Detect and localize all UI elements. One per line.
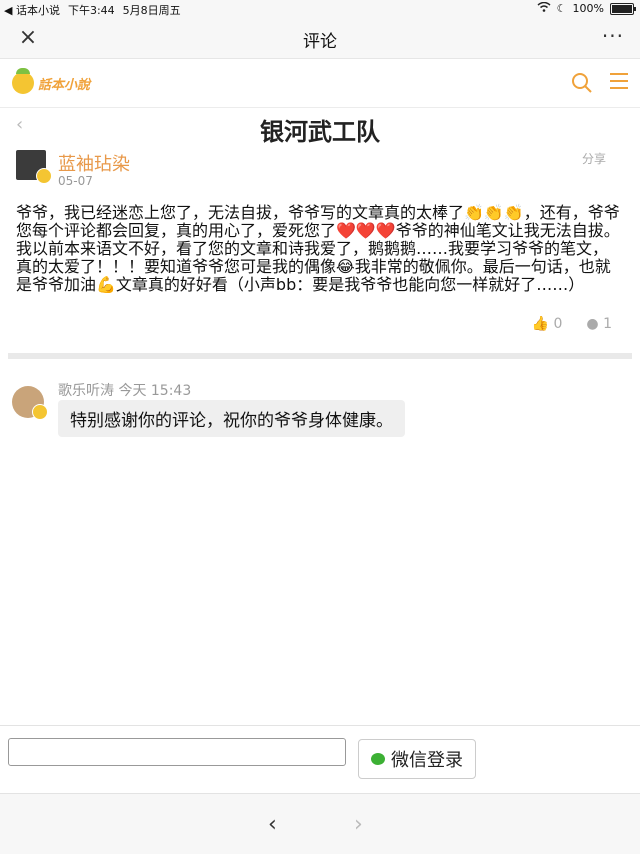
back-arrow-icon[interactable]: ‹ [268,812,277,837]
page-title: 评论 [303,32,337,52]
like-button[interactable]: 👍 0 [532,316,563,332]
comment-body: 爷爷，我已经迷恋上您了，无法自拔，爷爷写的文章真的太棒了👏👏👏，还有，爷爷您每个… [16,203,620,294]
logo-text: 話本小說 [38,77,91,93]
site-header: 話本小說 [0,59,640,108]
reply-button[interactable]: ● 1 [586,316,612,332]
avatar-badge-icon [36,168,52,184]
forward-arrow-icon[interactable]: › [354,812,363,837]
reply-text: 特别感谢你的评论，祝你的爷爷身体健康。 [58,400,405,437]
menu-icon[interactable] [610,73,628,91]
section-divider [8,353,632,359]
comment-date: 05-07 [58,174,93,188]
chapter-header: ‹ 银河武工队 [0,108,640,148]
browser-nav-bar: ‹ › [0,793,640,854]
wifi-icon [537,1,551,15]
wechat-login-button[interactable]: 微信登录 [358,739,476,779]
chapter-title: 银河武工队 [260,118,380,146]
comment-input-bar: 微信登录 [0,725,640,794]
site-logo[interactable]: 話本小說 [12,68,104,97]
replier-name-time: 歌乐听涛 今天 15:43 [58,383,192,399]
status-date: 5月8日周五 [122,4,181,17]
status-bar: ◀ 话本小说 下午3:44 5月8日周五 ☾ 100% [0,0,640,18]
battery-percent: 100% [572,2,604,15]
wechat-login-label: 微信登录 [391,750,463,771]
avatar-badge-icon [32,404,48,420]
more-options-icon[interactable]: ··· [602,24,624,48]
search-icon[interactable] [570,71,594,95]
logo-mascot-icon [12,68,34,94]
top-navbar: × 评论 ··· [0,18,640,59]
thumbs-up-icon: 👍 [531,316,550,332]
speech-bubble-icon: ● [586,316,599,332]
like-count: 0 [553,316,563,332]
share-button[interactable]: 分享 [582,150,606,167]
wechat-icon [371,753,385,765]
comment-input[interactable] [8,738,346,766]
commenter-name[interactable]: 蓝袖玷染 [58,150,130,176]
moon-icon: ☾ [556,2,567,15]
back-to-app-label[interactable]: ◀ 话本小说 [4,2,60,18]
battery-icon [610,2,636,15]
comment-actions: 👍 0 ● 1 [532,316,612,332]
reply-count: 1 [603,316,612,332]
status-time: 下午3:44 [67,4,115,17]
